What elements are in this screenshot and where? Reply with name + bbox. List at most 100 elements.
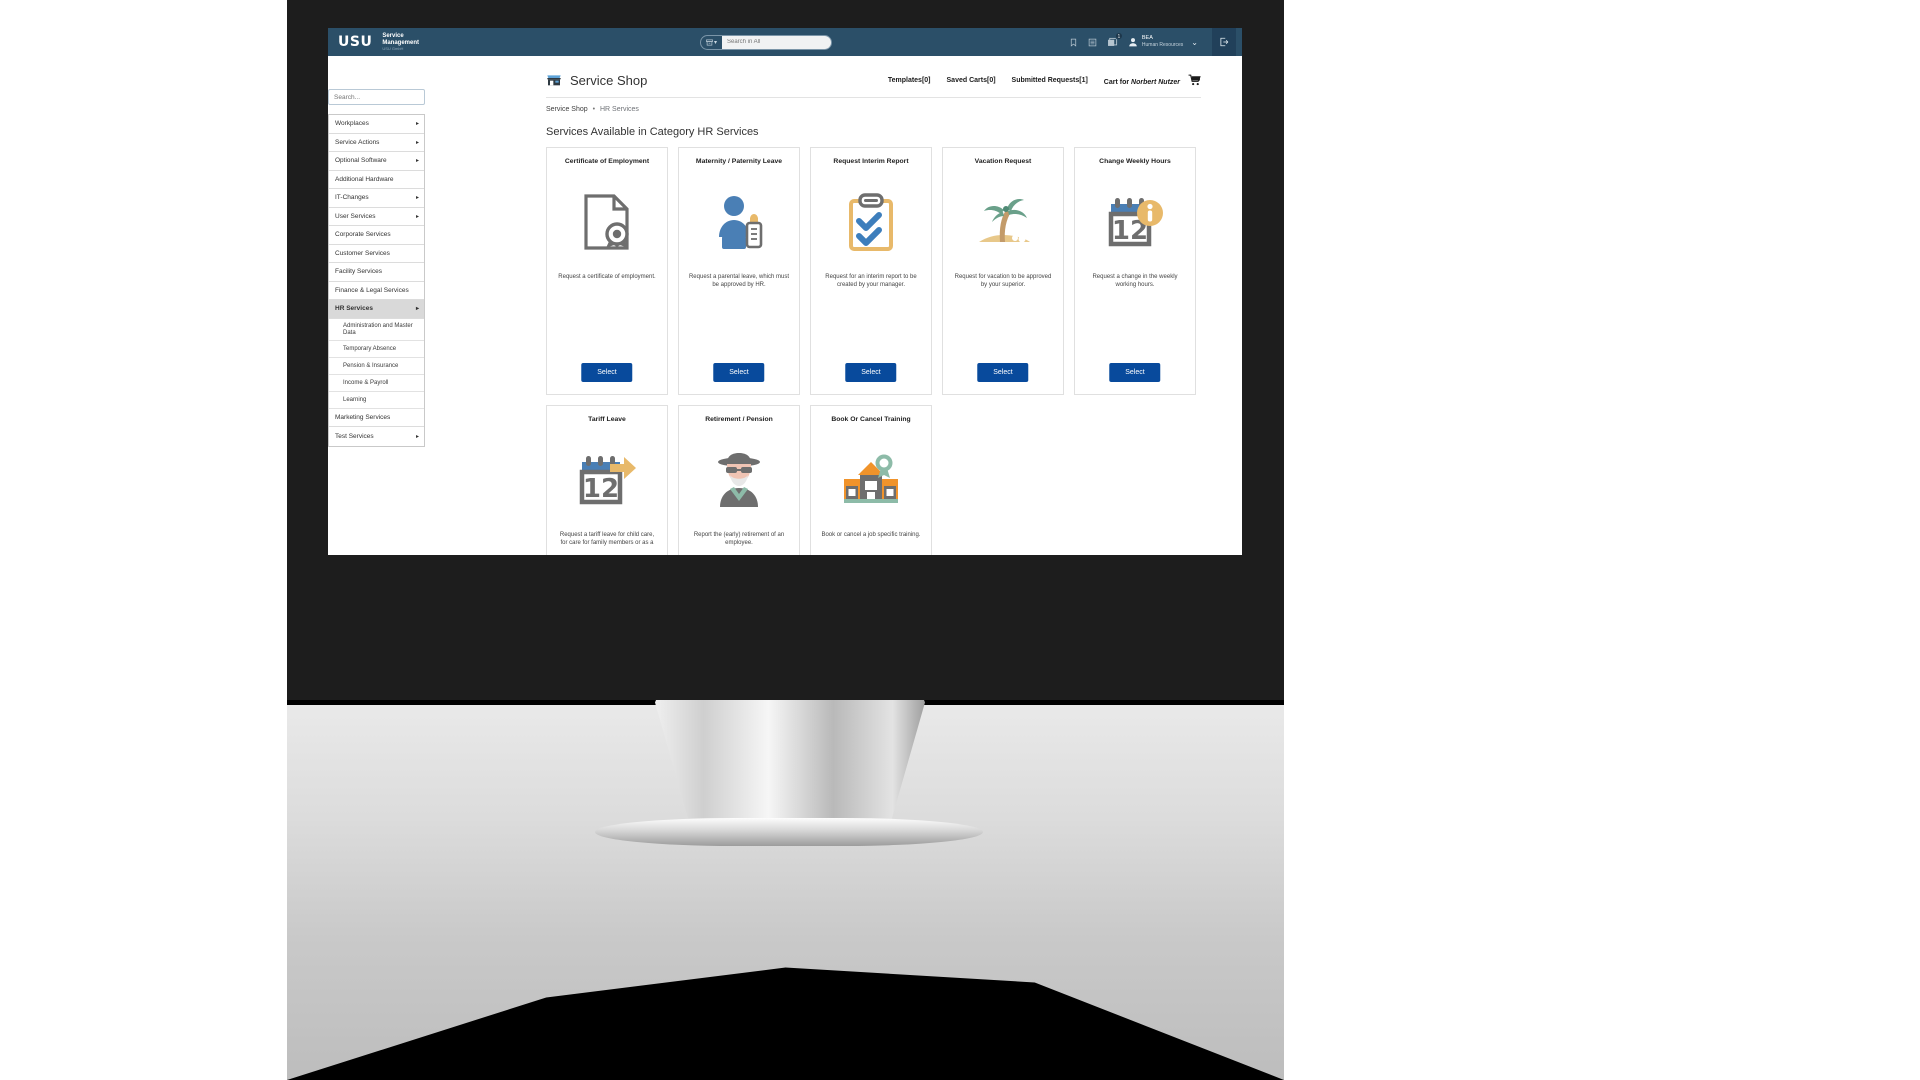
sidebar-search-input[interactable]: [328, 89, 425, 105]
card-title: Change Weekly Hours: [1099, 158, 1171, 165]
list-icon[interactable]: [1088, 38, 1097, 47]
sidebar-item-test-services[interactable]: Test Services ▸: [329, 427, 424, 446]
sidebar-item-hr-services[interactable]: HR Services ▸: [329, 300, 424, 319]
sidebar-item-label: Additional Hardware: [335, 175, 394, 183]
chevron-down-icon: ⌄: [1191, 37, 1198, 47]
breadcrumb-root[interactable]: Service Shop: [546, 106, 588, 113]
news-icon[interactable]: 1: [1107, 31, 1123, 48]
avatar: [1129, 38, 1137, 47]
sidebar-item-workplaces[interactable]: Workplaces ▸: [329, 115, 424, 134]
submitted-requests-link[interactable]: Submitted Requests[1]: [1012, 77, 1088, 84]
service-card-book-or-cancel-training[interactable]: Book Or Cancel Training Book or cancel a…: [810, 405, 932, 555]
topbar-icons: 1 BEA Human Resources ⌄: [1069, 28, 1236, 56]
sidebar-item-additional-hardware[interactable]: Additional Hardware: [329, 170, 424, 189]
service-card-certificate-of-employment[interactable]: Certificate of Employment Request a cert…: [546, 147, 668, 395]
card-description: Report the (early) retirement of an empl…: [693, 532, 785, 547]
sidebar-item-marketing-services[interactable]: Marketing Services: [329, 408, 424, 427]
breadcrumb-separator: •: [592, 106, 596, 113]
card-title: Tariff Leave: [588, 416, 626, 423]
saved-carts-label: Saved Carts: [946, 76, 987, 84]
company-name: USU GmbH: [382, 46, 404, 51]
chevron-right-icon: ▸: [415, 195, 419, 202]
card-description: Request a parental leave, which must be …: [688, 274, 790, 289]
cart-link[interactable]: Cart for Norbert Nutzer: [1104, 74, 1201, 86]
sidebar-item-customer-services[interactable]: Customer Services: [329, 244, 424, 263]
monitor-stand-base: [595, 818, 983, 846]
storefront-icon: [547, 75, 561, 86]
templates-link[interactable]: Templates[0]: [888, 77, 931, 84]
sidebar-item-finance-legal-services[interactable]: Finance & Legal Services: [329, 281, 424, 300]
user-role: Human Resources: [1141, 42, 1184, 49]
service-card-retirement-pension[interactable]: Retirement / Pension Report the (early) …: [678, 405, 800, 555]
search-input[interactable]: [722, 34, 832, 50]
search-category-dropdown[interactable]: ▾: [700, 34, 722, 50]
sidebar-item-label: Workplaces: [335, 120, 369, 128]
sidebar-item-user-services[interactable]: User Services ▸: [329, 207, 424, 226]
service-card-tariff-leave[interactable]: Tariff Leave 12 Request a tariff leave f…: [546, 405, 668, 555]
document-seal-icon: [581, 183, 633, 261]
sidebar-subitem-learning[interactable]: Learning: [329, 391, 424, 409]
select-button[interactable]: Select: [713, 363, 765, 382]
sidebar-item-facility-services[interactable]: Facility Services: [329, 263, 424, 282]
sidebar-subitem-income-payroll[interactable]: Income & Payroll: [329, 374, 424, 392]
services-grid: Certificate of Employment Request a cert…: [546, 147, 1201, 555]
sidebar-item-label: Service Actions: [335, 138, 380, 146]
card-description: Request a certificate of employment.: [558, 274, 656, 280]
service-card-vacation-request[interactable]: Vacation Request Request for vacation to…: [942, 147, 1064, 395]
logout-button[interactable]: [1212, 28, 1236, 56]
templates-count: [0]: [921, 76, 931, 84]
card-title: Retirement / Pension: [705, 416, 773, 423]
service-card-request-interim-report[interactable]: Request Interim Report Request for an in…: [810, 147, 932, 395]
service-card-change-weekly-hours[interactable]: Change Weekly Hours 12 Request a change …: [1074, 147, 1196, 395]
shopping-cart-icon[interactable]: [1188, 74, 1201, 86]
chevron-right-icon: ▸: [415, 433, 419, 440]
sidebar-item-label: Marketing Services: [335, 413, 391, 421]
sidebar-subitem-pension-insurance[interactable]: Pension & Insurance: [329, 357, 424, 375]
sidebar-item-label: HR Services: [335, 305, 373, 313]
card-title: Book Or Cancel Training: [831, 416, 911, 423]
select-button[interactable]: Select: [1109, 363, 1161, 382]
logout-icon: [1220, 37, 1229, 47]
global-search: ▾: [700, 34, 832, 50]
app-topbar: USU Service Management USU GmbH ▾ Search…: [328, 28, 1242, 56]
chevron-right-icon: ▸: [415, 121, 419, 128]
sidebar-item-optional-software[interactable]: Optional Software ▸: [329, 152, 424, 171]
product-line-1: Service: [382, 33, 404, 39]
page-title: Service Shop: [570, 72, 648, 88]
bookmark-icon[interactable]: [1069, 38, 1078, 47]
submitted-requests-label: Submitted Requests: [1011, 76, 1080, 84]
shop-links: Templates[0] Saved Carts[0] Submitted Re…: [888, 74, 1201, 86]
chevron-right-icon: ▸: [415, 213, 419, 220]
sidebar-item-label: Facility Services: [335, 268, 382, 276]
sidebar-subitem-temporary-absence[interactable]: Temporary Absence: [329, 340, 424, 358]
screen: USU Service Management USU GmbH ▾ Search…: [0, 0, 1920, 1080]
select-button[interactable]: Select: [845, 363, 897, 382]
palm-tree-beach-icon: [973, 183, 1033, 261]
sidebar-item-label: Customer Services: [335, 249, 390, 257]
chevron-right-icon: ▸: [415, 306, 419, 313]
calendar-12-arrow-icon: 12: [577, 441, 637, 519]
sidebar-item-it-changes[interactable]: IT-Changes ▸: [329, 189, 424, 208]
saved-carts-link[interactable]: Saved Carts[0]: [947, 77, 996, 84]
chevron-right-icon: ▸: [415, 158, 419, 165]
product-name: Service Management USU GmbH: [382, 33, 419, 51]
sidebar-item-label: Finance & Legal Services: [335, 286, 409, 294]
usu-logo: USU: [338, 34, 373, 50]
notification-badge: 1: [1114, 31, 1123, 40]
service-card-maternity-paternity-leave[interactable]: Maternity / Paternity Leave Request a pa…: [678, 147, 800, 395]
sidebar-subitem-label: Temporary Absence: [343, 345, 397, 352]
brand[interactable]: USU Service Management USU GmbH: [328, 33, 419, 51]
sidebar-item-service-actions[interactable]: Service Actions ▸: [329, 133, 424, 152]
sidebar-subitem-administration-and-master-data[interactable]: Administration and Master Data: [329, 318, 424, 341]
select-button[interactable]: Select: [581, 363, 633, 382]
archive-icon: [706, 39, 713, 45]
cart-label: Cart for: [1103, 79, 1132, 86]
user-menu[interactable]: BEA Human Resources ⌄: [1128, 35, 1198, 48]
card-description: Request for vacation to be approved by y…: [954, 274, 1052, 289]
sidebar-item-corporate-services[interactable]: Corporate Services: [329, 226, 424, 245]
shop-title-wrap: Service Shop: [546, 72, 647, 88]
cart-user: Norbert Nutzer: [1131, 79, 1181, 86]
card-title: Maternity / Paternity Leave: [695, 158, 783, 165]
select-button[interactable]: Select: [977, 363, 1029, 382]
sidebar-subitem-label: Income & Payroll: [343, 379, 389, 386]
